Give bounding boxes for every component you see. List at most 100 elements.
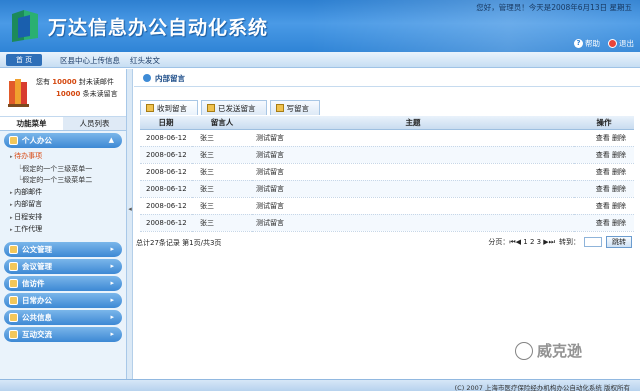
delete-link[interactable]: 删除 [612,134,626,142]
menu-interaction[interactable]: 互动交流 ▸ [4,326,122,342]
submenu-schedule[interactable]: 日程安排 [10,212,126,225]
submenu-level3-two[interactable]: 假定的一个三级菜单二 [10,175,126,187]
submenu-todo[interactable]: 待办事项 [10,151,126,164]
sidebar-toggle[interactable]: ◂ [127,69,133,379]
cell-subject[interactable]: 测试留言 [252,163,574,181]
unread-msg-line[interactable]: 10000 条未读留言 [56,89,118,99]
watermark: 威克逊 [515,340,582,361]
menu-label: 公共信息 [22,312,52,322]
folder-icon [9,295,18,305]
logo-icon [12,10,38,42]
jump-button[interactable]: 跳转 [606,236,632,248]
folder-icon [9,261,18,271]
cell-actions: 查看 删除 [574,146,634,164]
cell-subject[interactable]: 测试留言 [252,214,574,232]
folder-icon [9,136,18,145]
nav-link-red-doc[interactable]: 红头发文 [130,55,160,66]
cell-date: 2008-06-12 [140,129,192,147]
submenu-level3-one[interactable]: 假定的一个三级菜单一 [10,164,126,176]
sent-icon [207,104,215,112]
col-subject[interactable]: 主题 [252,116,574,130]
cell-actions: 查看 删除 [574,129,634,147]
cell-date: 2008-06-12 [140,180,192,198]
submenu-work-agent[interactable]: 工作代理 [10,224,126,237]
page-title: 内部留言 [155,74,185,83]
submenu-internal-mail[interactable]: 内部邮件 [10,187,126,200]
col-date[interactable]: 日期 [140,116,192,130]
cell-subject[interactable]: 测试留言 [252,146,574,164]
view-link[interactable]: 查看 [596,134,610,142]
nav-link-upload[interactable]: 区县中心上传信息 [60,55,120,66]
app-header: 万达信息办公自动化系统 您好，管理员！今天是2008年6月13日 星期五 ? 帮… [0,0,640,52]
help-icon: ? [574,39,583,48]
cell-actions: 查看 删除 [574,163,634,181]
message-icon [143,74,151,82]
compose-icon [275,104,284,112]
cell-date: 2008-06-12 [140,214,192,232]
tab-compose[interactable]: 写留言 [269,100,320,115]
pager-controls: 分页：⏮◀ 1 2 3 ▶⏭ 转到： 跳转 [488,236,632,248]
unread-summary: 您有 10000 封未读邮件 10000 条未读留言 [0,69,126,117]
menu-public-info[interactable]: 公共信息 ▸ [4,309,122,325]
delete-link[interactable]: 删除 [612,185,626,193]
sidebar: 您有 10000 封未读邮件 10000 条未读留言 功能菜单 人员列表 个人办… [0,69,127,379]
main-content: 内部留言 收到留言 已发送留言 写留言 日期 留言人 主题 操作 2008-06… [134,69,640,379]
breadcrumb: 内部留言 [134,69,640,87]
exit-label: 退出 [619,39,634,48]
menu-label: 会议管理 [22,261,52,271]
page-number-input[interactable] [584,237,602,247]
table-row: 2008-06-12 张三 测试留言 查看 删除 [140,214,634,232]
home-button[interactable]: 首 页 [6,54,42,66]
tab-sent[interactable]: 已发送留言 [201,100,267,115]
col-sender[interactable]: 留言人 [192,116,252,130]
unread-mail-line[interactable]: 您有 10000 封未读邮件 [36,77,114,87]
table-row: 2008-06-12 张三 测试留言 查看 删除 [140,146,634,164]
menu-document[interactable]: 公文管理 ▸ [4,241,122,257]
cell-subject[interactable]: 测试留言 [252,197,574,215]
delete-link[interactable]: 删除 [612,219,626,227]
delete-link[interactable]: 删除 [612,151,626,159]
menu-daily-office[interactable]: 日常办公 ▸ [4,292,122,308]
view-link[interactable]: 查看 [596,219,610,227]
cell-subject[interactable]: 测试留言 [252,180,574,198]
collapse-arrow-icon: ◂ [128,205,132,213]
watermark-text: 威克逊 [537,342,583,360]
tab-received[interactable]: 收到留言 [140,100,198,115]
cell-subject[interactable]: 测试留言 [252,129,574,147]
table-row: 2008-06-12 张三 测试留言 查看 删除 [140,180,634,198]
tab-label: 写留言 [286,104,310,113]
cell-sender: 张三 [192,180,252,198]
page-links[interactable]: 分页：⏮◀ 1 2 3 ▶⏭ [488,237,555,247]
delete-link[interactable]: 删除 [612,202,626,210]
record-summary: 总计27条记录 第1页/共3页 [136,239,222,247]
table-row: 2008-06-12 张三 测试留言 查看 删除 [140,163,634,181]
tab-people-list[interactable]: 人员列表 [63,117,126,130]
personal-office-submenu: 待办事项 假定的一个三级菜单一 假定的一个三级菜单二 内部邮件 内部留言 日程安… [0,150,126,240]
col-actions: 操作 [574,116,634,130]
chevron-right-icon: ▸ [110,278,114,287]
menu-petition[interactable]: 信访件 ▸ [4,275,122,291]
help-button[interactable]: ? 帮助 [574,38,600,49]
cell-actions: 查看 删除 [574,197,634,215]
chevron-right-icon: ▸ [110,329,114,338]
message-table: 日期 留言人 主题 操作 2008-06-12 张三 测试留言 查看 删除 20… [140,116,634,232]
user-greeting: 您好，管理员！今天是2008年6月13日 星期五 [476,3,632,12]
menu-label: 互动交流 [22,329,52,339]
view-link[interactable]: 查看 [596,202,610,210]
table-row: 2008-06-12 张三 测试留言 查看 删除 [140,129,634,147]
cell-sender: 张三 [192,214,252,232]
menu-personal-office[interactable]: 个人办公 ▲ [4,133,122,148]
cell-date: 2008-06-12 [140,146,192,164]
view-link[interactable]: 查看 [596,168,610,176]
tab-label: 收到留言 [157,104,187,113]
view-link[interactable]: 查看 [596,185,610,193]
view-link[interactable]: 查看 [596,151,610,159]
delete-link[interactable]: 删除 [612,168,626,176]
inbox-icon [146,104,154,112]
exit-button[interactable]: 退出 [608,38,634,49]
cell-date: 2008-06-12 [140,163,192,181]
tab-function-menu[interactable]: 功能菜单 [0,117,63,130]
menu-meeting[interactable]: 会议管理 ▸ [4,258,122,274]
folder-icon [9,244,18,254]
submenu-internal-message[interactable]: 内部留言 [10,199,126,212]
